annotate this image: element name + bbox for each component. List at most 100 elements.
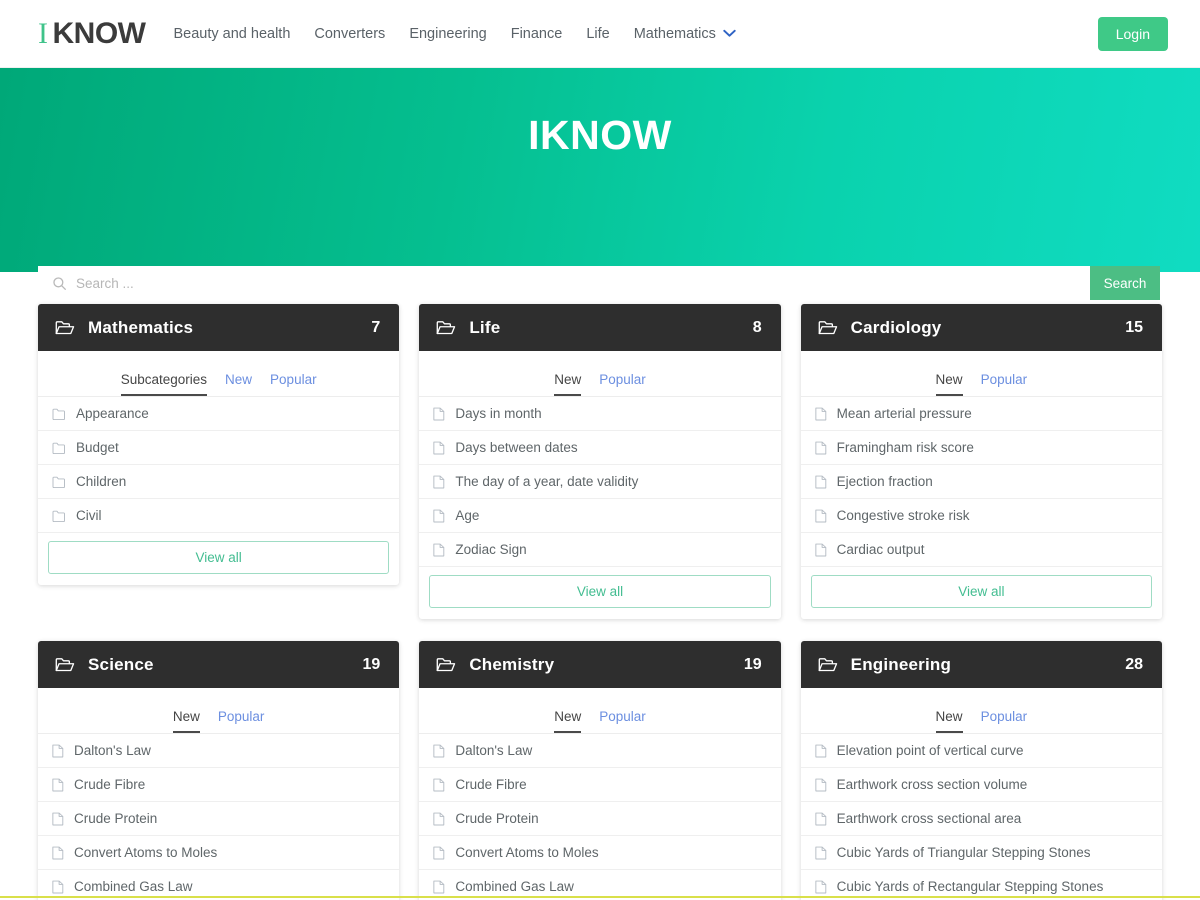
document-icon (52, 846, 64, 860)
nav-link-finance[interactable]: Finance (511, 26, 563, 42)
tab-popular[interactable]: Popular (981, 709, 1028, 733)
list-item[interactable]: Convert Atoms to Moles (38, 836, 399, 870)
list-item[interactable]: Civil (38, 499, 399, 533)
category-card: Engineering28NewPopularElevation point o… (801, 641, 1162, 900)
nav-link-mathematics[interactable]: Mathematics (634, 26, 736, 42)
document-icon (433, 407, 445, 421)
category-card: Life8 New PopularDays in monthDays between… (419, 304, 780, 619)
card-count-badge: 19 (363, 656, 381, 674)
list-item-label: Crude Protein (74, 811, 157, 826)
card-title: Science (88, 655, 363, 675)
document-icon (433, 475, 445, 489)
search-button[interactable]: Search (1090, 266, 1160, 300)
card-header: Chemistry19 (419, 641, 780, 688)
tab-popular[interactable]: Popular (599, 709, 646, 733)
list-item-label: Crude Fibre (455, 777, 526, 792)
list-item[interactable]: Ejection fraction (801, 465, 1162, 499)
nav-link-beauty-and-health[interactable]: Beauty and health (173, 26, 290, 42)
tab-new[interactable]: New (554, 372, 581, 396)
folder-icon (52, 408, 66, 420)
nav-link-label: Finance (511, 26, 563, 42)
list-item[interactable]: Zodiac Sign (419, 533, 780, 567)
list-item-label: Combined Gas Law (455, 879, 574, 894)
tab-new[interactable]: New (936, 709, 963, 733)
list-item-label: Zodiac Sign (455, 542, 526, 557)
nav-link-label: Converters (314, 26, 385, 42)
nav-link-label: Engineering (409, 26, 486, 42)
list-item-label: Cubic Yards of Rectangular Stepping Ston… (837, 879, 1104, 894)
list-item[interactable]: Dalton's Law (38, 734, 399, 768)
document-icon (433, 880, 445, 894)
document-icon (815, 812, 827, 826)
list-item[interactable]: Elevation point of vertical curve (801, 734, 1162, 768)
login-button[interactable]: Login (1098, 17, 1168, 51)
tab-new[interactable]: New (936, 372, 963, 396)
nav-link-converters[interactable]: Converters (314, 26, 385, 42)
list-item[interactable]: Mean arterial pressure (801, 397, 1162, 431)
list-item[interactable]: Crude Fibre (38, 768, 399, 802)
tab-popular[interactable]: Popular (599, 372, 646, 396)
brand-logo-i: I (38, 17, 53, 51)
folder-icon (52, 510, 66, 522)
list-item-label: Earthwork cross section volume (837, 777, 1028, 792)
view-all-button[interactable]: View all (811, 575, 1152, 608)
search-field[interactable] (38, 266, 1090, 300)
list-item[interactable]: Age (419, 499, 780, 533)
tab-popular[interactable]: Popular (218, 709, 265, 733)
hero-title: IKNOW (528, 112, 672, 159)
list-item-label: Appearance (76, 406, 149, 421)
list-item[interactable]: Crude Fibre (419, 768, 780, 802)
card-header: Cardiology15 (801, 304, 1162, 351)
list-item-label: Ejection fraction (837, 474, 933, 489)
list-item-label: Dalton's Law (74, 743, 151, 758)
tab-popular[interactable]: Popular (270, 372, 317, 396)
card-count-badge: 8 (753, 319, 762, 337)
nav-link-engineering[interactable]: Engineering (409, 26, 486, 42)
list-item[interactable]: Framingham risk score (801, 431, 1162, 465)
nav-link-label: Life (586, 26, 609, 42)
list-item[interactable]: Budget (38, 431, 399, 465)
card-count-badge: 15 (1125, 319, 1143, 337)
tab-new[interactable]: New (554, 709, 581, 733)
document-icon (815, 543, 827, 557)
nav-link-life[interactable]: Life (586, 26, 609, 42)
list-item[interactable]: Congestive stroke risk (801, 499, 1162, 533)
brand-logo-know: KNOW (53, 17, 146, 51)
tab-popular[interactable]: Popular (981, 372, 1028, 396)
card-title: Engineering (851, 655, 1126, 675)
list-item[interactable]: Dalton's Law (419, 734, 780, 768)
list-item[interactable]: Appearance (38, 397, 399, 431)
list-item[interactable]: Earthwork cross sectional area (801, 802, 1162, 836)
list-item[interactable]: Earthwork cross section volume (801, 768, 1162, 802)
tab-subcategories[interactable]: Subcategories (121, 372, 207, 396)
folder-open-icon (818, 320, 838, 336)
folder-open-icon (818, 657, 838, 673)
list-item[interactable]: Children (38, 465, 399, 499)
card-header: Science19 (38, 641, 399, 688)
list-item[interactable]: The day of a year, date validity (419, 465, 780, 499)
list-item[interactable]: Crude Protein (38, 802, 399, 836)
card-tabs: New Popular (419, 688, 780, 734)
document-icon (815, 509, 827, 523)
tab-new[interactable]: New (173, 709, 200, 733)
list-item[interactable]: Days in month (419, 397, 780, 431)
folder-icon (52, 442, 66, 454)
folder-icon (52, 476, 66, 488)
view-all-button[interactable]: View all (429, 575, 770, 608)
card-title: Life (469, 318, 752, 338)
document-icon (433, 441, 445, 455)
list-item[interactable]: Convert Atoms to Moles (419, 836, 780, 870)
list-item[interactable]: Days between dates (419, 431, 780, 465)
document-icon (815, 407, 827, 421)
list-item[interactable]: Cubic Yards of Triangular Stepping Stone… (801, 836, 1162, 870)
tab-new[interactable]: New (225, 372, 252, 396)
list-item-label: Crude Protein (455, 811, 538, 826)
list-item[interactable]: Crude Protein (419, 802, 780, 836)
search-input[interactable] (76, 266, 1090, 300)
brand-logo[interactable]: IKNOW (38, 17, 145, 51)
nav-link-label: Beauty and health (173, 26, 290, 42)
view-all-button[interactable]: View all (48, 541, 389, 574)
document-icon (815, 441, 827, 455)
list-item[interactable]: Cardiac output (801, 533, 1162, 567)
document-icon (815, 744, 827, 758)
